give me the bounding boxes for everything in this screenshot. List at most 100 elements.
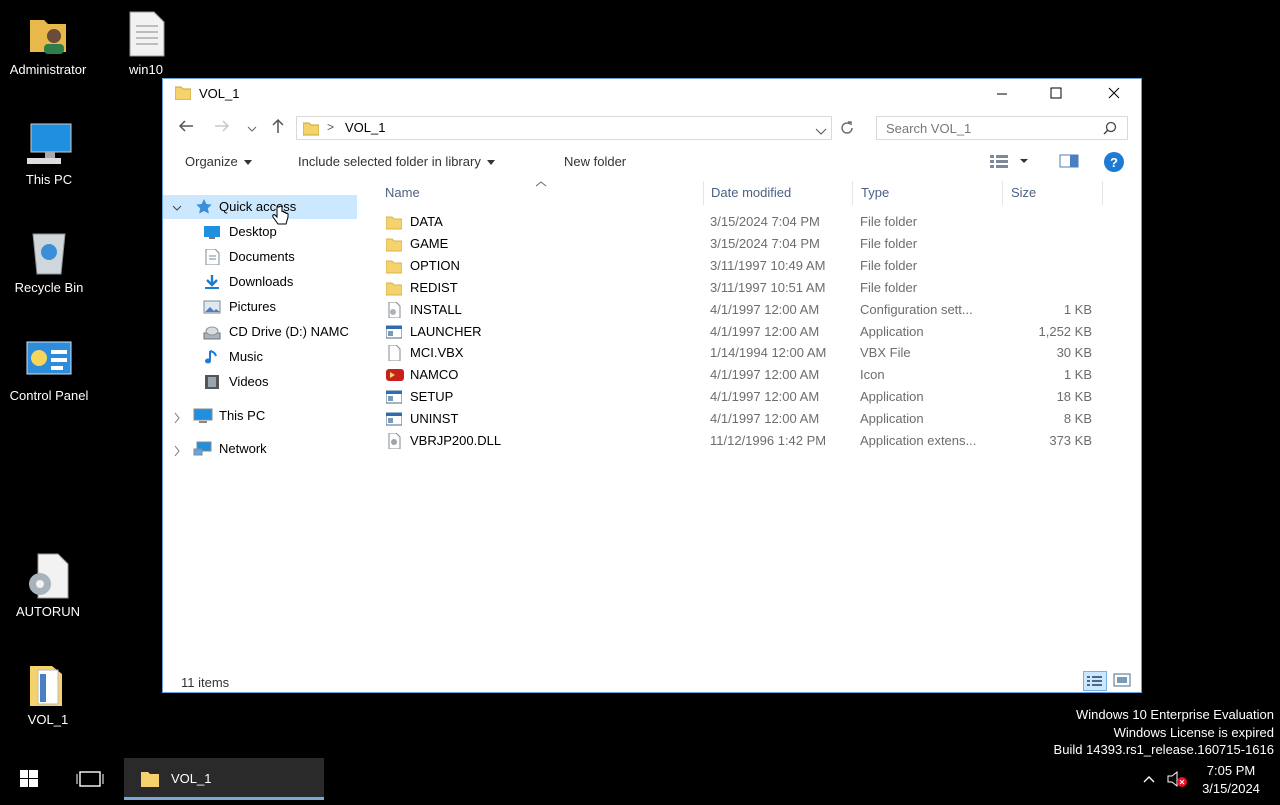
file-date-modified: 1/14/1994 12:00 AM: [710, 345, 827, 361]
address-dropdown-icon[interactable]: [815, 124, 827, 142]
pictures-icon: [203, 299, 221, 315]
close-button[interactable]: [1091, 79, 1137, 109]
column-header-date-modified[interactable]: Date modified: [711, 185, 791, 200]
start-button[interactable]: [0, 758, 58, 800]
desktop-icon-win10[interactable]: win10: [98, 10, 194, 78]
show-hidden-icons-chevron-icon[interactable]: [1142, 772, 1156, 790]
breadcrumb-vol1[interactable]: VOL_1: [345, 120, 385, 135]
folder-icon: [385, 236, 403, 252]
file-name: INSTALL: [410, 301, 462, 317]
back-arrow-icon[interactable]: [177, 117, 195, 140]
nav-this-pc[interactable]: This PC: [163, 404, 357, 428]
nav-item-music[interactable]: Music: [203, 345, 359, 369]
file-row[interactable]: SETUP 4/1/1997 12:00 AM Application 18 KB: [373, 386, 1113, 408]
nav-item-label: Videos: [229, 374, 269, 389]
change-view-button[interactable]: [989, 153, 1029, 172]
file-type: Icon: [860, 367, 885, 383]
volume-muted-icon[interactable]: [1166, 770, 1188, 793]
music-note-icon: [203, 349, 221, 365]
column-header-size[interactable]: Size: [1011, 185, 1036, 200]
file-row[interactable]: GAME 3/15/2024 7:04 PM File folder: [373, 233, 1113, 255]
help-icon[interactable]: ?: [1103, 151, 1125, 176]
nav-item-cd-drive[interactable]: CD Drive (D:) NAMC: [203, 320, 359, 344]
search-box[interactable]: Search VOL_1: [876, 116, 1128, 140]
task-view-button[interactable]: [66, 758, 114, 800]
file-row[interactable]: LAUNCHER 4/1/1997 12:00 AM Application 1,25…: [373, 321, 1113, 343]
file-name: UNINST: [410, 411, 459, 427]
desktop-icon-label: Recycle Bin: [14, 280, 84, 295]
svg-text:?: ?: [1110, 155, 1118, 170]
column-header-type[interactable]: Type: [861, 185, 889, 200]
desktop-icon-autorun[interactable]: AUTORUN: [0, 552, 96, 620]
up-arrow-icon[interactable]: [269, 117, 287, 140]
network-icon: [193, 441, 213, 461]
chevron-down-icon: [486, 160, 495, 166]
desktop-icon-label: VOL_1: [27, 712, 69, 727]
file-type: Configuration sett...: [860, 301, 973, 317]
nav-item-documents[interactable]: Documents 📌: [203, 245, 359, 269]
file-name: DATA: [410, 214, 443, 229]
taskbar-app-vol1[interactable]: VOL_1: [124, 758, 324, 800]
desktop-icon-recycle-bin[interactable]: Recycle Bin: [1, 228, 97, 296]
address-bar[interactable]: > VOL_1: [296, 116, 832, 140]
file-date-modified: 11/12/1996 1:42 PM: [710, 433, 827, 448]
recent-locations-chevron-icon[interactable]: [247, 121, 257, 139]
column-separator[interactable]: [1002, 181, 1003, 205]
preview-pane-icon[interactable]: [1059, 153, 1079, 172]
chevron-right-icon[interactable]: [172, 442, 182, 461]
details-view-button[interactable]: [1083, 671, 1107, 691]
file-name: MCI.VBX: [410, 345, 464, 361]
file-row[interactable]: VBRJP200.DLL 11/12/1996 1:42 PM Applicatio…: [373, 430, 1113, 452]
nav-item-label: CD Drive (D:) NAMC: [229, 324, 349, 339]
file-name: GAME: [410, 235, 449, 251]
chevron-expanded-icon[interactable]: [171, 199, 183, 219]
chevron-right-icon[interactable]: [172, 409, 182, 428]
refresh-icon[interactable]: [839, 120, 855, 141]
download-arrow-icon: [203, 274, 221, 290]
column-separator[interactable]: [852, 181, 853, 205]
nav-network[interactable]: Network: [163, 437, 357, 461]
file-row[interactable]: NAMCO 4/1/1997 12:00 AM Icon 1 KB: [373, 364, 1113, 386]
organize-button[interactable]: Organize: [185, 154, 252, 169]
search-input[interactable]: Search VOL_1: [886, 121, 971, 136]
file-date-modified: 4/1/1997 12:00 AM: [710, 411, 820, 427]
new-folder-button[interactable]: New folder: [564, 154, 626, 169]
file-size: 1,252 KB: [1038, 323, 1093, 339]
file-row[interactable]: INSTALL 4/1/1997 12:00 AM Configuration se…: [373, 299, 1113, 321]
application-icon: [385, 411, 403, 427]
file-row[interactable]: DATA 3/15/2024 7:04 PM File folder: [373, 211, 1113, 233]
watermark-license: Windows License is expired: [1113, 725, 1274, 740]
large-icons-view-button[interactable]: [1111, 671, 1135, 691]
file-row[interactable]: REDIST 3/11/1997 10:51 AM File folder: [373, 277, 1113, 299]
nav-item-downloads[interactable]: Downloads 📌: [203, 270, 359, 294]
minimize-button[interactable]: [979, 79, 1025, 109]
maximize-button[interactable]: [1033, 79, 1079, 109]
forward-arrow-icon[interactable]: [213, 117, 231, 140]
desktop-icon-this-pc[interactable]: This PC: [1, 120, 97, 188]
title-bar[interactable]: VOL_1: [163, 79, 1141, 109]
taskbar-clock[interactable]: 7:05 PM 3/15/2024: [1196, 762, 1266, 798]
desktop-icon-control-panel[interactable]: Control Panel: [1, 336, 97, 404]
user-folder-icon: [24, 10, 72, 58]
desktop-icon-administrator[interactable]: Administrator: [0, 10, 96, 78]
file-date-modified: 4/1/1997 12:00 AM: [710, 389, 820, 405]
taskbar: VOL_1: [0, 758, 1280, 800]
nav-item-videos[interactable]: Videos: [203, 370, 359, 394]
desktop-icon-vol1[interactable]: VOL_1: [0, 660, 96, 728]
desktop-icon-label: This PC: [25, 172, 73, 187]
column-separator[interactable]: [703, 181, 704, 205]
file-name: REDIST: [410, 279, 458, 295]
nav-item-pictures[interactable]: Pictures 📌: [203, 295, 359, 319]
column-header-name[interactable]: Name: [385, 185, 420, 200]
file-date-modified: 3/11/1997 10:49 AM: [710, 257, 826, 273]
include-in-library-button[interactable]: Include selected folder in library: [298, 154, 495, 169]
file-type: File folder: [860, 214, 918, 229]
column-separator[interactable]: [1102, 181, 1103, 205]
file-row[interactable]: UNINST 4/1/1997 12:00 AM Application 8 KB: [373, 408, 1113, 430]
file-type: File folder: [860, 257, 918, 273]
file-row[interactable]: OPTION 3/11/1997 10:49 AM File folder: [373, 255, 1113, 277]
command-bar: Organize Include selected folder in libr…: [163, 147, 1141, 177]
nav-quick-access[interactable]: Quick access: [163, 195, 357, 219]
file-row[interactable]: MCI.VBX 1/14/1994 12:00 AM VBX File 30 KB: [373, 342, 1113, 364]
star-icon: [195, 198, 213, 219]
